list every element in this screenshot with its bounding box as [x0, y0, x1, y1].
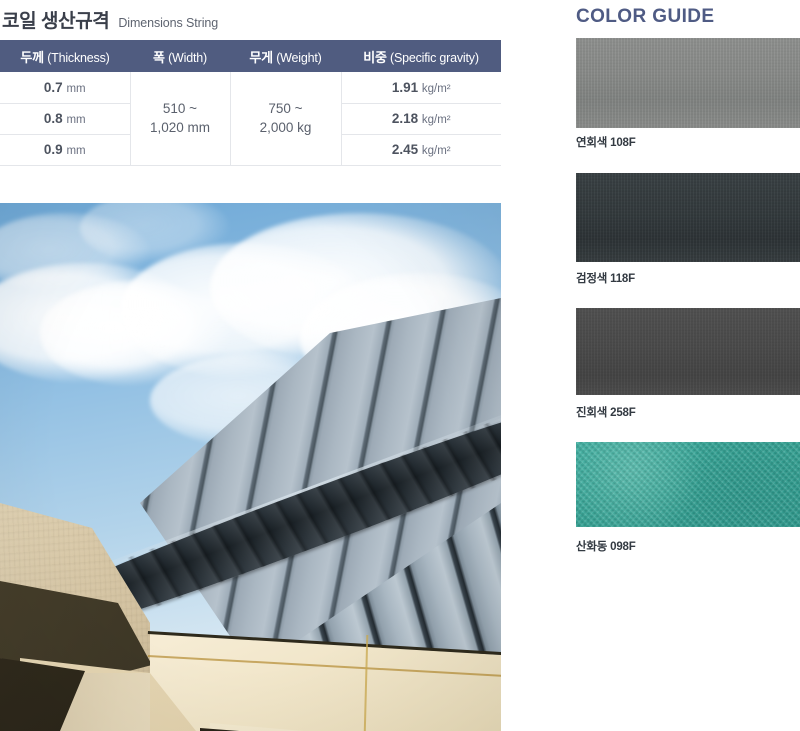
building-photo: [0, 203, 501, 731]
specific-gravity-value-1: 1.91: [391, 79, 419, 95]
column-header-weight-en: (Weight): [276, 50, 322, 65]
cell-weight-range: 750 ~ 2,000 kg: [230, 72, 342, 166]
column-header-width-ko: 폭: [153, 49, 165, 65]
cell-width-range: 510 ~ 1,020 mm: [130, 72, 231, 166]
thickness-unit-2: mm: [66, 114, 86, 126]
color-swatch-item[interactable]: [576, 173, 800, 262]
thickness-value-1: 0.7: [43, 79, 63, 95]
column-header-specific-gravity-ko: 비중: [363, 49, 387, 65]
table-header-row: 두께 (Thickness) 폭 (Width) 무게 (Weight) 비중 …: [0, 40, 501, 72]
weight-range-line1: 750 ~: [268, 100, 303, 116]
width-range-line2: 1,020 mm: [149, 120, 211, 136]
column-header-weight: 무게 (Weight): [230, 40, 341, 72]
cell-thickness-2: 0.8 mm: [0, 103, 131, 135]
color-swatch-label-light-gray: 연회색 108F: [576, 137, 636, 149]
color-swatch-item[interactable]: [576, 38, 800, 128]
color-guide-section: COLOR GUIDE 연회색 108F 검정색 118F 진회색 258F 산…: [576, 0, 800, 731]
specific-gravity-unit-1: kg/m²: [421, 82, 451, 95]
specific-gravity-value-2: 2.18: [391, 111, 419, 126]
column-header-thickness: 두께 (Thickness): [0, 40, 130, 72]
thickness-unit-1: mm: [66, 82, 86, 95]
color-swatch-label-patina-copper: 산화동 098F: [576, 541, 636, 553]
color-swatch-light-gray[interactable]: [576, 38, 800, 128]
cell-specific-gravity-3: 2.45 kg/m²: [341, 134, 501, 166]
weight-range-line2: 2,000 kg: [259, 120, 312, 136]
color-swatch-item[interactable]: [576, 442, 800, 527]
specific-gravity-value-3: 2.45: [391, 142, 419, 157]
cell-thickness-3: 0.9 mm: [0, 134, 131, 166]
color-swatch-label-black: 검정색 118F: [576, 273, 635, 285]
color-swatch-black[interactable]: [576, 173, 800, 262]
color-guide-title: COLOR GUIDE: [576, 6, 715, 27]
color-swatch-item[interactable]: [576, 308, 800, 395]
width-range-line1: 510 ~: [162, 100, 198, 116]
cell-specific-gravity-2: 2.18 kg/m²: [341, 103, 501, 135]
thickness-value-2: 0.8: [43, 111, 63, 126]
cell-thickness-1: 0.7 mm: [0, 72, 131, 104]
coil-spec-table: 두께 (Thickness) 폭 (Width) 무게 (Weight) 비중 …: [0, 40, 501, 166]
column-header-width: 폭 (Width): [130, 40, 230, 72]
page-title: 코일 생산규격: [2, 11, 110, 32]
column-header-width-en: (Width): [168, 50, 207, 65]
page-subtitle: Dimensions String: [118, 16, 219, 30]
specific-gravity-unit-3: kg/m²: [421, 145, 451, 157]
spec-section: 코일 생산규격 Dimensions String 두께 (Thickness)…: [0, 0, 501, 731]
table-row: 0.7 mm 510 ~ 1,020 mm 750 ~ 2,000 kg 1.9…: [0, 72, 501, 166]
specific-gravity-unit-2: kg/m²: [421, 114, 451, 126]
color-swatch-label-dark-gray: 진회색 258F: [576, 407, 636, 419]
thickness-unit-3: mm: [66, 145, 86, 157]
color-swatch-patina-copper[interactable]: [576, 442, 800, 527]
column-header-specific-gravity-en: (Specific gravity): [390, 50, 479, 65]
column-header-thickness-ko: 두께: [20, 49, 44, 65]
thickness-value-3: 0.9: [43, 142, 63, 157]
column-header-specific-gravity: 비중 (Specific gravity): [341, 40, 501, 72]
cell-specific-gravity-1: 1.91 kg/m²: [341, 72, 501, 104]
column-header-thickness-en: (Thickness): [47, 50, 110, 65]
color-swatch-dark-gray[interactable]: [576, 308, 800, 395]
spec-section-heading: 코일 생산규격 Dimensions String: [2, 6, 218, 33]
column-header-weight-ko: 무게: [249, 49, 273, 65]
